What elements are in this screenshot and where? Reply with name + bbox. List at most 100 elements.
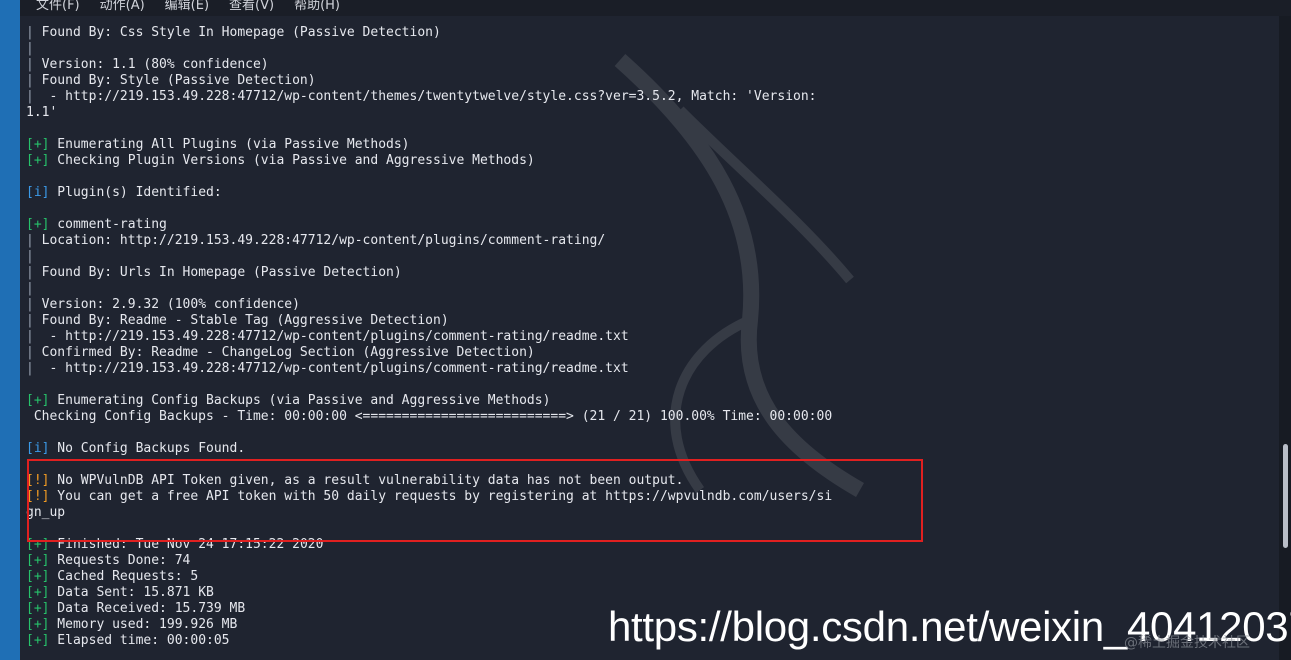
terminal-output[interactable]: | Found By: Css Style In Homepage (Passi…	[26, 25, 1266, 660]
line-tag: |	[26, 41, 34, 56]
line-tag: [+]	[26, 617, 50, 632]
line-text: Memory used: 199.926 MB	[49, 617, 238, 632]
line-text: Found By: Style (Passive Detection)	[33, 73, 316, 88]
window-left-edge	[0, 0, 20, 660]
line-tag: [+]	[26, 569, 50, 584]
line-tag: [+]	[26, 553, 50, 568]
menu-action[interactable]: 动作(A)	[100, 0, 145, 14]
terminal-line: | Found By: Style (Passive Detection)	[26, 73, 1266, 89]
terminal-line: | Found By: Css Style In Homepage (Passi…	[26, 25, 1266, 41]
line-tag: [+]	[26, 633, 50, 648]
line-tag: [+]	[26, 153, 50, 168]
line-text: Enumerating Config Backups (via Passive …	[49, 393, 551, 408]
line-text: No Config Backups Found.	[49, 441, 246, 456]
terminal-line: [i] Plugin(s) Identified:	[26, 185, 1266, 201]
line-tag: |	[26, 297, 34, 312]
line-tag: |	[26, 73, 34, 88]
line-text: Elapsed time: 00:00:05	[49, 633, 230, 648]
line-tag: |	[26, 57, 34, 72]
line-tag: |	[26, 313, 34, 328]
line-text: Data Received: 15.739 MB	[49, 601, 246, 616]
site-watermark: @稀土掘金技术社区	[1124, 635, 1250, 651]
line-text: Confirmed By: Readme - ChangeLog Section…	[33, 345, 535, 360]
terminal-line: gn_up	[26, 505, 1266, 521]
terminal-line: [+] Enumerating Config Backups (via Pass…	[26, 393, 1266, 409]
terminal-line: | - http://219.153.49.228:47712/wp-conte…	[26, 361, 1266, 377]
line-tag: [i]	[26, 185, 50, 200]
line-tag: |	[26, 345, 34, 360]
terminal-line: [+] Cached Requests: 5	[26, 569, 1266, 585]
terminal-line: [+] Requests Done: 74	[26, 553, 1266, 569]
terminal-line: [+] Enumerating All Plugins (via Passive…	[26, 137, 1266, 153]
line-tag: [!]	[26, 473, 50, 488]
vertical-scrollbar[interactable]	[1279, 16, 1291, 660]
line-text: Version: 2.9.32 (100% confidence)	[33, 297, 300, 312]
line-text: Found By: Urls In Homepage (Passive Dete…	[33, 265, 402, 280]
line-tag: |	[26, 265, 34, 280]
line-text: Version: 1.1 (80% confidence)	[33, 57, 269, 72]
line-text: - http://219.153.49.228:47712/wp-content…	[33, 89, 817, 104]
terminal-line: [+] Finished: Tue Nov 24 17:15:22 2020	[26, 537, 1266, 553]
terminal-line: [i] No Config Backups Found.	[26, 441, 1266, 457]
line-text: You can get a free API token with 50 dai…	[49, 489, 833, 504]
line-tag: [+]	[26, 393, 50, 408]
terminal-line: |	[26, 249, 1266, 265]
terminal-line: | Found By: Urls In Homepage (Passive De…	[26, 265, 1266, 281]
terminal-line: | Location: http://219.153.49.228:47712/…	[26, 233, 1266, 249]
line-text: Found By: Css Style In Homepage (Passive…	[33, 25, 441, 40]
terminal-line: | - http://219.153.49.228:47712/wp-conte…	[26, 89, 1266, 105]
line-text: comment-rating	[49, 217, 167, 232]
line-text: Checking Plugin Versions (via Passive an…	[49, 153, 535, 168]
terminal-line: [+] Checking Plugin Versions (via Passiv…	[26, 153, 1266, 169]
terminal-line: [+] comment-rating	[26, 217, 1266, 233]
menu-view[interactable]: 查看(V)	[229, 0, 274, 14]
line-tag: |	[26, 361, 34, 376]
line-text: - http://219.153.49.228:47712/wp-content…	[33, 329, 629, 344]
line-tag: [+]	[26, 601, 50, 616]
terminal-line: 1.1'	[26, 105, 1266, 121]
terminal-line: | Found By: Readme - Stable Tag (Aggress…	[26, 313, 1266, 329]
line-text: Plugin(s) Identified:	[49, 185, 222, 200]
terminal-line: [!] You can get a free API token with 50…	[26, 489, 1266, 505]
line-tag: [!]	[26, 489, 50, 504]
line-text: Location: http://219.153.49.228:47712/wp…	[33, 233, 606, 248]
line-text: - http://219.153.49.228:47712/wp-content…	[33, 361, 629, 376]
line-tag: |	[26, 329, 34, 344]
terminal-line: | Version: 1.1 (80% confidence)	[26, 57, 1266, 73]
line-text: Data Sent: 15.871 KB	[49, 585, 214, 600]
line-tag: [+]	[26, 537, 50, 552]
line-tag: |	[26, 89, 34, 104]
terminal-line: Checking Config Backups - Time: 00:00:00…	[26, 409, 1266, 425]
terminal-line: [!] No WPVulnDB API Token given, as a re…	[26, 473, 1266, 489]
line-text: gn_up	[26, 505, 66, 520]
line-tag: [i]	[26, 441, 50, 456]
menu-edit[interactable]: 编辑(E)	[165, 0, 209, 14]
line-text: 1.1'	[26, 105, 58, 120]
terminal-line: | - http://219.153.49.228:47712/wp-conte…	[26, 329, 1266, 345]
line-tag: |	[26, 281, 34, 296]
terminal-line: | Version: 2.9.32 (100% confidence)	[26, 297, 1266, 313]
line-tag: |	[26, 249, 34, 264]
menu-bar: 文件(F) 动作(A) 编辑(E) 查看(V) 帮助(H)	[20, 0, 1291, 16]
line-text: Requests Done: 74	[49, 553, 191, 568]
line-tag: [+]	[26, 217, 50, 232]
line-text: No WPVulnDB API Token given, as a result…	[49, 473, 684, 488]
terminal-line: |	[26, 281, 1266, 297]
menu-file[interactable]: 文件(F)	[36, 0, 80, 14]
line-text: Enumerating All Plugins (via Passive Met…	[49, 137, 410, 152]
line-tag: [+]	[26, 137, 50, 152]
terminal-line: |	[26, 41, 1266, 57]
line-tag: [+]	[26, 585, 50, 600]
scrollbar-thumb[interactable]	[1283, 444, 1288, 548]
line-tag: |	[26, 233, 34, 248]
menu-help[interactable]: 帮助(H)	[294, 0, 340, 14]
terminal-line: | Confirmed By: Readme - ChangeLog Secti…	[26, 345, 1266, 361]
line-text: Checking Config Backups - Time: 00:00:00…	[26, 409, 833, 424]
terminal-line: [+] Data Sent: 15.871 KB	[26, 585, 1266, 601]
